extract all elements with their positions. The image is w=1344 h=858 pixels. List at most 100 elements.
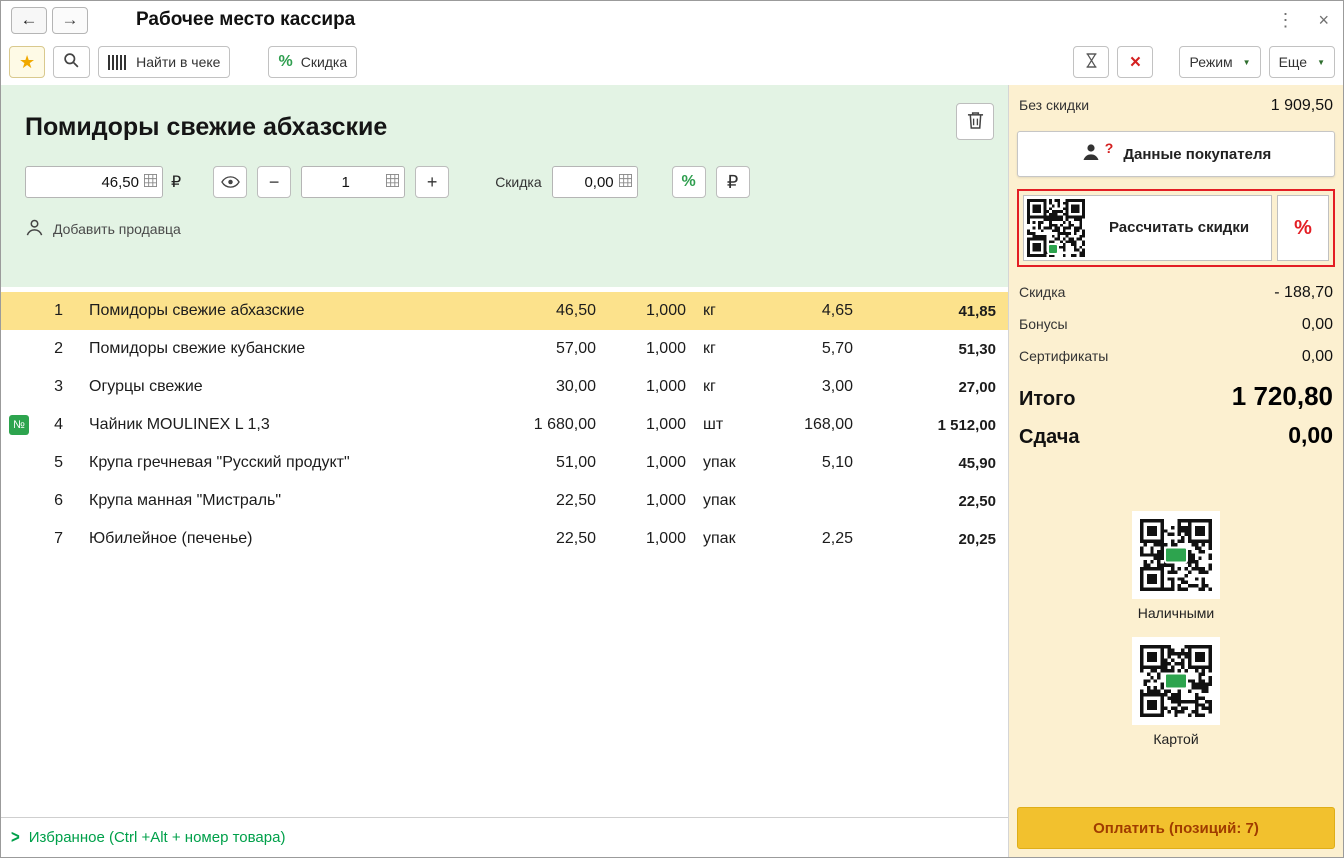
add-seller-label: Добавить продавца — [53, 221, 181, 237]
row-discount: 168,00 — [768, 416, 858, 434]
table-row[interactable]: 6 Крупа манная "Мистраль" 22,50 1,000 уп… — [1, 482, 1008, 520]
calculate-discounts-button[interactable]: Рассчитать скидки — [1023, 195, 1272, 261]
total-value: 1 720,80 — [1232, 381, 1333, 412]
mode-dropdown[interactable]: Режим ▼ — [1179, 46, 1260, 78]
cancel-receipt-button[interactable]: × — [1117, 46, 1153, 78]
ruble-icon: ₽ — [727, 172, 738, 193]
calculator-icon[interactable] — [619, 174, 632, 190]
person-icon — [1081, 142, 1101, 166]
total-row: Итого 1 720,80 — [1017, 381, 1335, 412]
row-qty: 1,000 — [601, 530, 691, 548]
manual-discount-button[interactable]: % — [1277, 195, 1329, 261]
discount-value: - 188,70 — [1274, 284, 1333, 302]
quantity-input[interactable]: 1 — [301, 166, 405, 198]
row-qty: 1,000 — [601, 492, 691, 510]
row-name: Помидоры свежие кубанские — [63, 340, 491, 358]
discount-percent-toggle[interactable]: % — [672, 166, 706, 198]
cashier-workplace-window: ← → Рабочее место кассира ⋮ × ★ Найти в … — [0, 0, 1344, 858]
find-in-receipt-button[interactable]: Найти в чеке — [98, 46, 230, 78]
back-arrow-icon: ← — [21, 10, 38, 30]
row-badge: № — [9, 415, 29, 435]
chevron-down-icon: ▼ — [1243, 58, 1251, 67]
row-price: 46,50 — [491, 302, 601, 320]
delete-item-button[interactable] — [956, 103, 994, 140]
add-seller-link[interactable]: Добавить продавца — [25, 218, 181, 240]
row-number: 4 — [37, 416, 63, 434]
summary-block: Скидка - 188,70 Бонусы 0,00 Сертификаты … — [1017, 277, 1335, 373]
back-button[interactable]: ← — [11, 7, 47, 34]
cash-label: Наличными — [1132, 605, 1220, 621]
row-discount: 3,00 — [768, 378, 858, 396]
certificates-value: 0,00 — [1302, 348, 1333, 366]
table-row[interactable]: 5 Крупа гречневая "Русский продукт" 51,0… — [1, 444, 1008, 482]
pay-button[interactable]: Оплатить (позиций: 7) — [1017, 807, 1335, 849]
row-number: 7 — [37, 530, 63, 548]
discount-label: Скидка — [1019, 284, 1065, 300]
card-qr-code — [1132, 637, 1220, 725]
row-unit: шт — [691, 416, 768, 434]
row-discount: 5,10 — [768, 454, 858, 472]
cash-qr-code — [1132, 511, 1220, 599]
calculator-icon[interactable] — [386, 174, 399, 190]
customer-data-button[interactable]: ? Данные покупателя — [1017, 131, 1335, 177]
person-icon — [25, 218, 44, 240]
discount-highlight-frame: Рассчитать скидки % — [1017, 189, 1335, 267]
calculator-icon[interactable] — [144, 174, 157, 190]
decrease-qty-button[interactable]: − — [257, 166, 291, 198]
change-label: Сдача — [1019, 426, 1080, 449]
favorites-label: Избранное (Ctrl +Alt + номер товара) — [29, 829, 286, 846]
card-payment-qr[interactable]: Картой — [1132, 637, 1220, 747]
row-name: Помидоры свежие абхазские — [63, 302, 491, 320]
price-input[interactable]: 46,50 — [25, 166, 163, 198]
row-unit: упак — [691, 492, 768, 510]
certificates-row: Сертификаты 0,00 — [1017, 341, 1335, 373]
search-button[interactable] — [53, 46, 90, 78]
view-item-button[interactable] — [213, 166, 247, 198]
hourglass-icon — [1085, 52, 1098, 72]
favorites-bar[interactable]: > Избранное (Ctrl +Alt + номер товара) — [1, 817, 1008, 857]
calculate-discounts-label: Рассчитать скидки — [1093, 219, 1265, 238]
cash-payment-qr[interactable]: Наличными — [1132, 511, 1220, 621]
forward-button[interactable]: → — [52, 7, 88, 34]
row-unit: кг — [691, 340, 768, 358]
plus-icon: + — [427, 172, 438, 193]
payment-sidebar: Без скидки 1 909,50 ? Данные покупателя … — [1009, 85, 1343, 857]
table-row[interactable]: 1 Помидоры свежие абхазские 46,50 1,000 … — [1, 292, 1008, 330]
total-label: Итого — [1019, 388, 1075, 411]
table-row[interactable]: 2 Помидоры свежие кубанские 57,00 1,000 … — [1, 330, 1008, 368]
item-discount-input[interactable]: 0,00 — [552, 166, 638, 198]
change-row: Сдача 0,00 — [1017, 422, 1335, 449]
table-row[interactable]: 3 Огурцы свежие 30,00 1,000 кг 3,00 27,0… — [1, 368, 1008, 406]
search-icon — [63, 52, 80, 72]
card-icon — [1164, 673, 1188, 690]
discount-ruble-toggle[interactable]: ₽ — [716, 166, 750, 198]
table-row[interactable]: № 4 Чайник MOULINEX L 1,3 1 680,00 1,000… — [1, 406, 1008, 444]
discount-row: Скидка - 188,70 — [1017, 277, 1335, 309]
menu-dots-icon[interactable]: ⋮ — [1272, 9, 1298, 31]
row-price: 22,50 — [491, 530, 601, 548]
row-number: 2 — [37, 340, 63, 358]
postpone-receipt-button[interactable] — [1073, 46, 1109, 78]
row-discount: 4,65 — [768, 302, 858, 320]
table-row[interactable]: 7 Юбилейное (печенье) 22,50 1,000 упак 2… — [1, 520, 1008, 558]
more-dropdown[interactable]: Еще ▼ — [1269, 46, 1335, 78]
row-qty: 1,000 — [601, 302, 691, 320]
price-value: 46,50 — [34, 174, 139, 191]
current-item-panel: Помидоры свежие абхазские 46,50 ₽ — [1, 85, 1008, 287]
row-name: Юбилейное (печенье) — [63, 530, 491, 548]
discount-button[interactable]: % Скидка — [268, 46, 357, 78]
close-icon[interactable]: × — [1314, 9, 1333, 31]
discount-qr-badge-icon — [1047, 243, 1059, 255]
certificates-label: Сертификаты — [1019, 348, 1108, 364]
row-unit: кг — [691, 302, 768, 320]
favorites-button[interactable]: ★ — [9, 46, 45, 78]
chevron-right-icon: > — [11, 827, 20, 848]
minus-icon: − — [269, 172, 280, 193]
no-discount-label: Без скидки — [1019, 97, 1089, 113]
row-qty: 1,000 — [601, 340, 691, 358]
row-number: 6 — [37, 492, 63, 510]
row-total: 22,50 — [858, 493, 1008, 510]
row-name: Крупа манная "Мистраль" — [63, 492, 491, 510]
increase-qty-button[interactable]: + — [415, 166, 449, 198]
row-qty: 1,000 — [601, 378, 691, 396]
